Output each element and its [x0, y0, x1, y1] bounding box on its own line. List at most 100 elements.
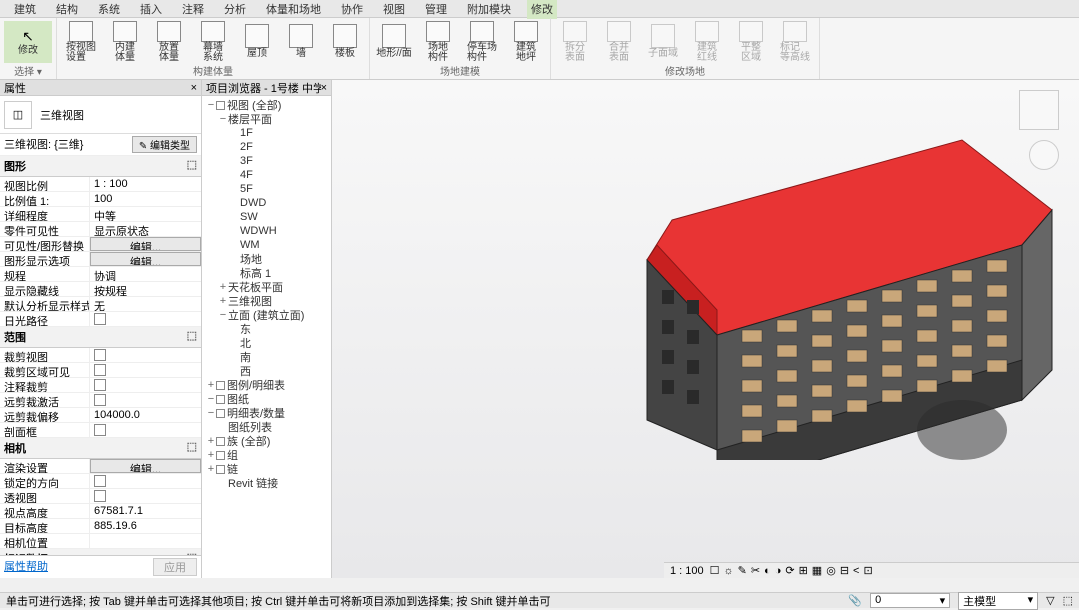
- prop-row[interactable]: 显示隐藏线按规程: [0, 282, 201, 297]
- checkbox[interactable]: [216, 381, 225, 390]
- expand-icon[interactable]: +: [206, 463, 216, 475]
- tab-分析[interactable]: 分析: [220, 0, 250, 19]
- tab-建筑[interactable]: 建筑: [10, 0, 40, 19]
- checkbox[interactable]: [216, 451, 225, 460]
- prop-row[interactable]: 日光路径: [0, 312, 201, 327]
- viewport-3d[interactable]: 1 : 100 ☐☼✎✂◐◑⟳⊞▦◎⊟<⊡: [332, 80, 1079, 578]
- expand-icon[interactable]: +: [218, 295, 228, 307]
- prop-row[interactable]: 视图比例1 : 100: [0, 177, 201, 192]
- design-option-selector[interactable]: 主模型▾: [958, 592, 1038, 610]
- properties-help-link[interactable]: 属性帮助: [4, 558, 48, 576]
- view-tool-icon[interactable]: ☐: [710, 565, 720, 577]
- expand-icon[interactable]: −: [206, 393, 216, 405]
- view-tool-icon[interactable]: ✎: [738, 565, 747, 577]
- checkbox[interactable]: [94, 490, 106, 502]
- ribbon-建筑-地坪[interactable]: 建筑地坪: [506, 21, 546, 63]
- checkbox[interactable]: [94, 424, 106, 436]
- checkbox[interactable]: [216, 409, 225, 418]
- workset-selector[interactable]: 0▾: [870, 593, 950, 608]
- prop-row[interactable]: 目标高度885.19.6: [0, 519, 201, 534]
- view-tool-icon[interactable]: ⊞: [799, 565, 808, 577]
- tree-node[interactable]: 图纸列表: [204, 420, 329, 434]
- prop-row[interactable]: 规程协调: [0, 267, 201, 282]
- checkbox[interactable]: [94, 475, 106, 487]
- prop-row[interactable]: 锁定的方向: [0, 474, 201, 489]
- tree-node[interactable]: 场地: [204, 252, 329, 266]
- filter-icon[interactable]: ▽: [1046, 594, 1054, 607]
- type-selector[interactable]: ◫ 三维视图: [0, 96, 201, 134]
- tab-注释[interactable]: 注释: [178, 0, 208, 19]
- tree-node[interactable]: 东: [204, 322, 329, 336]
- tab-结构[interactable]: 结构: [52, 0, 82, 19]
- close-icon[interactable]: ×: [191, 82, 197, 94]
- view-tool-icon[interactable]: ⊡: [863, 565, 872, 577]
- tree-node[interactable]: +组: [204, 448, 329, 462]
- ribbon-场地-构件[interactable]: 场地构件: [418, 21, 458, 63]
- tab-协作[interactable]: 协作: [337, 0, 367, 19]
- checkbox[interactable]: [216, 395, 225, 404]
- prop-section-范围[interactable]: 范围⬚: [0, 327, 201, 348]
- view-tool-icon[interactable]: ◎: [826, 565, 836, 577]
- tree-node[interactable]: +三维视图: [204, 294, 329, 308]
- tree-node[interactable]: −明细表/数量: [204, 406, 329, 420]
- prop-row[interactable]: 详细程度中等: [0, 207, 201, 222]
- tree-node[interactable]: +图例/明细表: [204, 378, 329, 392]
- tree-node[interactable]: SW: [204, 210, 329, 224]
- tree-node[interactable]: −视图 (全部): [204, 98, 329, 112]
- tree-node[interactable]: +链: [204, 462, 329, 476]
- ribbon-地形//面[interactable]: 地形//面: [374, 21, 414, 63]
- ribbon-墙[interactable]: 墙: [281, 21, 321, 63]
- prop-row[interactable]: 零件可见性显示原状态: [0, 222, 201, 237]
- prop-row[interactable]: 透视图: [0, 489, 201, 504]
- view-tool-icon[interactable]: <: [853, 565, 859, 577]
- tree-node[interactable]: WM: [204, 238, 329, 252]
- prop-row[interactable]: 远剪裁激活: [0, 393, 201, 408]
- view-tool-icon[interactable]: ⟳: [785, 565, 794, 577]
- prop-row[interactable]: 剖面框: [0, 423, 201, 438]
- expand-icon[interactable]: −: [218, 113, 228, 125]
- view-scale[interactable]: 1 : 100: [670, 565, 704, 577]
- prop-row[interactable]: 图形显示选项编辑...: [0, 252, 201, 267]
- prop-row[interactable]: 渲染设置编辑...: [0, 459, 201, 474]
- ribbon-按视图-设置[interactable]: 按视图设置: [61, 21, 101, 63]
- checkbox[interactable]: [216, 465, 225, 474]
- ribbon-楼板[interactable]: 楼板: [325, 21, 365, 63]
- prop-section-相机[interactable]: 相机⬚: [0, 438, 201, 459]
- expand-icon[interactable]: +: [206, 379, 216, 391]
- tab-视图[interactable]: 视图: [379, 0, 409, 19]
- ribbon-停车场-构件[interactable]: 停车场构件: [462, 21, 502, 63]
- tree-node[interactable]: +族 (全部): [204, 434, 329, 448]
- view-tool-icon[interactable]: ⊟: [840, 565, 849, 577]
- tree-node[interactable]: 3F: [204, 154, 329, 168]
- checkbox[interactable]: [216, 101, 225, 110]
- prop-row[interactable]: 裁剪区域可见: [0, 363, 201, 378]
- checkbox[interactable]: [94, 313, 106, 325]
- ribbon-屋顶[interactable]: 屋顶: [237, 21, 277, 63]
- prop-row[interactable]: 可见性/图形替换编辑...: [0, 237, 201, 252]
- expand-icon[interactable]: −: [218, 309, 228, 321]
- checkbox[interactable]: [94, 379, 106, 391]
- checkbox[interactable]: [94, 394, 106, 406]
- prop-row[interactable]: 裁剪视图: [0, 348, 201, 363]
- view-tool-icon[interactable]: ☼: [724, 565, 734, 577]
- tree-node[interactable]: WDWH: [204, 224, 329, 238]
- tree-node[interactable]: 标高 1: [204, 266, 329, 280]
- prop-row[interactable]: 比例值 1:100: [0, 192, 201, 207]
- expand-icon[interactable]: +: [206, 449, 216, 461]
- apply-button[interactable]: 应用: [153, 558, 197, 576]
- tree-node[interactable]: 北: [204, 336, 329, 350]
- building-model[interactable]: [592, 110, 1079, 460]
- checkbox[interactable]: [94, 364, 106, 376]
- close-icon[interactable]: ×: [321, 82, 327, 94]
- tree-node[interactable]: 1F: [204, 126, 329, 140]
- tree-node[interactable]: DWD: [204, 196, 329, 210]
- tree-node[interactable]: 2F: [204, 140, 329, 154]
- view-tool-icon[interactable]: ✂: [751, 565, 760, 577]
- prop-row[interactable]: 相机位置: [0, 534, 201, 549]
- tab-插入[interactable]: 插入: [136, 0, 166, 19]
- tree-node[interactable]: 5F: [204, 182, 329, 196]
- view-tool-icon[interactable]: ▦: [812, 565, 822, 577]
- prop-row[interactable]: 远剪裁偏移104000.0: [0, 408, 201, 423]
- ribbon-幕墙-系统[interactable]: 幕墙系统: [193, 21, 233, 63]
- select-icon[interactable]: ⬚: [1063, 594, 1073, 607]
